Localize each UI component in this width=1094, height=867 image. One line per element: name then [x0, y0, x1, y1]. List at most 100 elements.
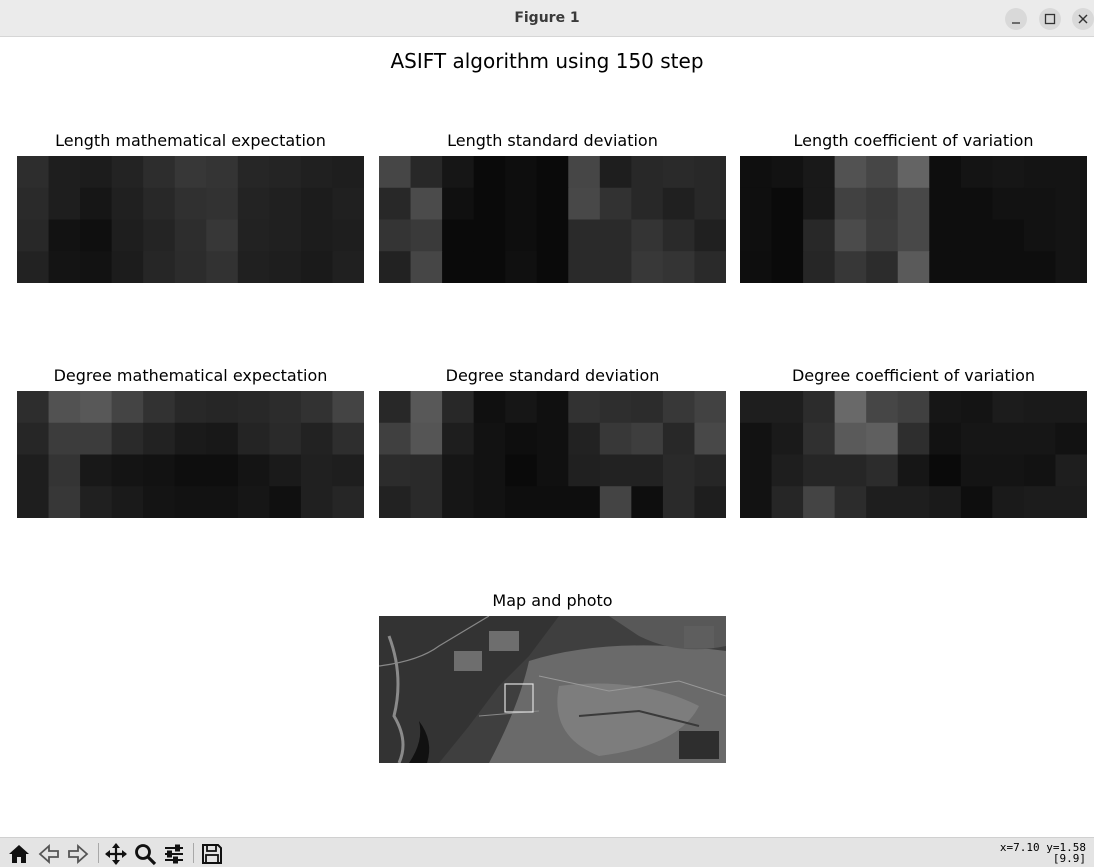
heatmap-cell	[599, 454, 632, 487]
heatmap-cell	[473, 486, 506, 518]
heatmap-cell	[834, 156, 867, 189]
heatmap-cell	[505, 219, 538, 252]
heatmap-cell	[1023, 391, 1057, 424]
heatmap-cell	[269, 454, 302, 487]
heatmap-cell	[379, 391, 412, 424]
heatmap-cell	[1055, 187, 1087, 221]
heatmap-cell	[473, 156, 506, 189]
heatmap-cell	[740, 219, 773, 252]
panel-title-length-std: Length standard deviation	[447, 131, 658, 150]
window-title: Figure 1	[514, 10, 580, 26]
minimize-icon	[1012, 22, 1020, 24]
close-button[interactable]	[1072, 8, 1094, 30]
zoom-button[interactable]	[133, 842, 157, 866]
heatmap-cell	[473, 391, 506, 424]
heatmap-cell	[48, 156, 81, 189]
panel-title-degree-cv: Degree coefficient of variation	[791, 366, 1036, 385]
heatmap-cell	[568, 391, 601, 424]
heatmap-cell	[694, 486, 726, 518]
heatmap-cell	[1055, 486, 1087, 518]
heatmap-cell	[834, 251, 867, 283]
heatmap-cell	[866, 454, 899, 487]
panel-title-length-expectation: Length mathematical expectation	[55, 131, 326, 150]
heatmap-cell	[410, 219, 443, 252]
heatmap-cell	[332, 187, 364, 221]
heatmap-cell	[897, 422, 930, 456]
heatmap-cell	[473, 422, 506, 456]
heatmap-cell	[143, 156, 176, 189]
heatmap-cell	[771, 454, 804, 487]
heatmap-cell	[332, 251, 364, 283]
heatmap-cell	[740, 486, 773, 518]
configure-subplots-button[interactable]	[162, 842, 186, 866]
heatmap-cell	[694, 422, 726, 456]
heatmap-cell	[866, 187, 899, 221]
heatmap-cell	[473, 251, 506, 283]
heatmap-cell	[174, 156, 207, 189]
heatmap-cell	[740, 187, 773, 221]
heatmap-cell	[80, 486, 113, 518]
heatmap-cell	[300, 486, 334, 518]
heatmap-cell	[206, 454, 239, 487]
heatmap-cell	[897, 251, 930, 283]
heatmap-cell	[442, 422, 475, 456]
heatmap-cell	[505, 486, 538, 518]
heatmap-cell	[568, 422, 601, 456]
heatmap-cell	[442, 391, 475, 424]
heatmap-cell	[174, 251, 207, 283]
arrow-right-icon	[68, 843, 89, 865]
heatmap-cell	[269, 219, 302, 252]
heatmap-cell	[662, 156, 696, 189]
heatmap-cell	[536, 486, 569, 518]
toolbar-separator	[193, 843, 194, 863]
maximize-icon	[1044, 13, 1056, 25]
heatmap-cell	[599, 156, 632, 189]
window-titlebar[interactable]: Figure 1	[0, 0, 1094, 37]
heatmap-cell	[694, 219, 726, 252]
heatmap-cell	[599, 391, 632, 424]
heatmap-cell	[17, 391, 50, 424]
heatmap-cell	[505, 422, 538, 456]
heatmap-cell	[48, 251, 81, 283]
heatmap-cell	[803, 156, 836, 189]
heatmap-degree-expectation	[17, 391, 364, 518]
heatmap-degree-cv	[740, 391, 1087, 518]
heatmap-cell	[237, 454, 270, 487]
heatmap-cell	[410, 454, 443, 487]
heatmap-cell	[80, 156, 113, 189]
maximize-button[interactable]	[1039, 8, 1061, 30]
heatmap-cell	[1055, 422, 1087, 456]
heatmap-cell	[960, 422, 993, 456]
heatmap-cell	[568, 251, 601, 283]
heatmap-cell	[174, 422, 207, 456]
heatmap-cell	[897, 187, 930, 221]
heatmap-cell	[662, 391, 696, 424]
heatmap-cell	[536, 187, 569, 221]
home-button[interactable]	[7, 842, 31, 866]
minimize-button[interactable]	[1005, 8, 1027, 30]
heatmap-cell	[771, 251, 804, 283]
heatmap-cell	[568, 156, 601, 189]
close-icon	[1078, 14, 1088, 24]
heatmap-cell	[332, 486, 364, 518]
heatmap-cell	[143, 391, 176, 424]
sliders-icon	[165, 844, 183, 864]
map-photo-image	[379, 616, 726, 763]
heatmap-cell	[269, 156, 302, 189]
heatmap-cell	[694, 251, 726, 283]
forward-button[interactable]	[66, 842, 90, 866]
heatmap-cell	[960, 391, 993, 424]
panel-title-degree-expectation: Degree mathematical expectation	[53, 366, 328, 385]
heatmap-cell	[929, 391, 962, 424]
back-button[interactable]	[37, 842, 61, 866]
heatmap-cell	[740, 454, 773, 487]
figure-canvas[interactable]: ASIFT algorithm using 150 step Length ma…	[3, 37, 1091, 837]
heatmap-cell	[269, 422, 302, 456]
heatmap-cell	[17, 486, 50, 518]
heatmap-cell	[662, 219, 696, 252]
pan-button[interactable]	[104, 842, 128, 866]
heatmap-cell	[17, 422, 50, 456]
heatmap-cell	[897, 156, 930, 189]
save-button[interactable]	[200, 842, 224, 866]
heatmap-cell	[897, 486, 930, 518]
